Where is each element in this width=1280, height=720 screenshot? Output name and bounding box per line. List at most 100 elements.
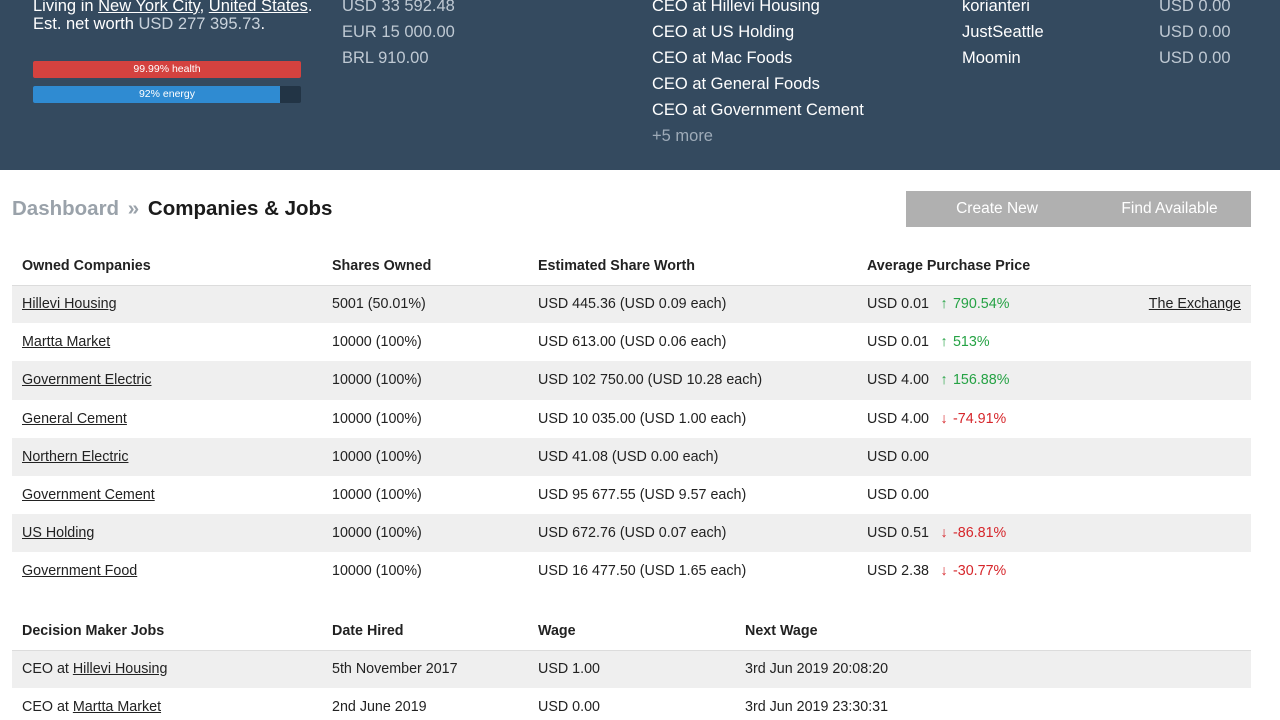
decision-jobs-table: Decision Maker Jobs Date Hired Wage Next… [12, 612, 1251, 720]
company-link[interactable]: Northern Electric [22, 449, 128, 465]
col-header: Owned Companies [22, 257, 151, 274]
arrow-up-icon: ↑ [940, 334, 948, 351]
table-row: CEO at Martta Market 2nd June 2019 USD 0.0… [12, 688, 1251, 720]
person-name[interactable]: JustSeattle [962, 19, 1044, 45]
job-company-link[interactable]: Martta Market [73, 699, 161, 715]
company-cell: Government Electric [12, 361, 322, 399]
more-positions-link[interactable]: +5 more [652, 123, 864, 149]
link-cell [1077, 323, 1251, 361]
profile-header: Living in New York City, United States. … [0, 0, 1280, 170]
worth-cell: USD 102 750.00 (USD 10.28 each) [538, 372, 763, 389]
table-row: General Cement 10000 (100%) USD 10 035.00 … [12, 400, 1251, 438]
owned-companies-table: Owned Companies Shares Owned Estimated S… [12, 247, 1251, 591]
table-header-row: Decision Maker Jobs Date Hired Wage Next… [12, 612, 1251, 650]
table-row: CEO at Hillevi Housing 5th November 2017 U… [12, 650, 1251, 689]
company-link[interactable]: US Holding [22, 525, 94, 541]
col-header: Decision Maker Jobs [22, 622, 165, 639]
breadcrumb-dashboard-link[interactable]: Dashboard [12, 197, 119, 220]
arrow-down-icon: ↓ [940, 563, 948, 580]
balance-eur: EUR 15 000.00 [342, 23, 455, 41]
company-link[interactable]: Martta Market [22, 334, 110, 350]
company-cell: General Cement [12, 400, 322, 438]
company-cell: Government Food [12, 552, 322, 590]
price-change: -74.91% [952, 410, 1007, 427]
next-wage-cell: 3rd Jun 2019 23:30:31 [745, 699, 889, 716]
create-company-button[interactable]: Create New Company [906, 191, 1088, 253]
avg-price: USD 0.01 [867, 334, 929, 351]
avg-price: USD 4.00 [867, 410, 929, 427]
price-cell: USD 0.51 ↓ -86.81% [857, 514, 1077, 552]
link-cell [1077, 438, 1251, 476]
price-change: -30.77% [952, 563, 1007, 580]
shares-cell: 10000 (100%) [332, 410, 422, 427]
job-prefix: CEO at [22, 661, 73, 678]
worth-cell: USD 95 677.55 (USD 9.57 each) [538, 487, 747, 504]
position-item[interactable]: CEO at Government Cement [652, 97, 864, 123]
arrow-down-icon: ↓ [940, 525, 948, 542]
arrow-up-icon: ↑ [940, 372, 948, 389]
job-prefix: CEO at [22, 699, 73, 716]
people-amounts: USD 0.00 USD 0.00 USD 0.00 [1159, 0, 1231, 71]
arrow-up-icon: ↑ [940, 296, 948, 313]
col-header [1077, 247, 1251, 285]
person-name[interactable]: korianteri [962, 0, 1044, 19]
job-company-link[interactable]: Hillevi Housing [73, 661, 168, 677]
worth-cell: USD 445.36 (USD 0.09 each) [538, 296, 727, 313]
position-item[interactable]: CEO at General Foods [652, 71, 864, 97]
shares-cell: 10000 (100%) [332, 563, 422, 580]
table-row: US Holding 10000 (100%) USD 672.76 (USD 0.… [12, 514, 1251, 553]
person-name[interactable]: Moomin [962, 45, 1044, 71]
positions-list: CEO at Hillevi Housing CEO at US Holding… [652, 0, 864, 149]
company-link[interactable]: Government Cement [22, 487, 155, 503]
people-list: korianteri JustSeattle Moomin [962, 0, 1044, 71]
col-header: Wage [538, 622, 576, 639]
shares-cell: 10000 (100%) [332, 372, 422, 389]
position-item[interactable]: CEO at Mac Foods [652, 45, 864, 71]
period: . [260, 15, 266, 33]
hired-cell: 2nd June 2019 [332, 699, 427, 716]
breadcrumb: Dashboard » Companies & Jobs [12, 197, 332, 221]
company-cell: Hillevi Housing [12, 285, 322, 323]
position-item[interactable]: CEO at US Holding [652, 19, 864, 45]
worth-cell: USD 10 035.00 (USD 1.00 each) [538, 410, 747, 427]
person-amount: USD 0.00 [1159, 49, 1231, 67]
link-cell [1077, 361, 1251, 399]
company-cell: Government Cement [12, 476, 322, 514]
link-cell: The Exchange [1077, 285, 1251, 323]
person-amount: USD 0.00 [1159, 0, 1231, 15]
table-row: Hillevi Housing 5001 (50.01%) USD 445.36 (… [12, 285, 1251, 324]
health-label: 99.99% health [133, 63, 201, 75]
price-change: 513% [952, 334, 990, 351]
price-cell: USD 4.00 ↑ 156.88% [857, 361, 1077, 399]
shares-cell: 5001 (50.01%) [332, 296, 426, 313]
find-jobs-button[interactable]: Find Available Jobs [1088, 191, 1251, 253]
hired-cell: 5th November 2017 [332, 661, 458, 678]
job-cell: CEO at Hillevi Housing [12, 650, 322, 688]
price-cell: USD 0.01 ↑ 513% [857, 323, 1077, 361]
worth-cell: USD 16 477.50 (USD 1.65 each) [538, 563, 747, 580]
balances-list: USD 33 592.48 EUR 15 000.00 BRL 910.00 [342, 0, 455, 71]
shares-cell: 10000 (100%) [332, 334, 422, 351]
company-cell: US Holding [12, 514, 322, 552]
avg-price: USD 0.01 [867, 296, 929, 313]
price-cell: USD 0.01 ↑ 790.54% [857, 285, 1077, 323]
company-link[interactable]: Government Electric [22, 372, 152, 388]
position-item[interactable]: CEO at Hillevi Housing [652, 0, 864, 19]
page-title: Companies & Jobs [147, 197, 333, 220]
company-cell: Northern Electric [12, 438, 322, 476]
health-bar: 99.99% health [33, 61, 301, 78]
company-cell: Martta Market [12, 323, 322, 361]
avg-price: USD 0.51 [867, 525, 929, 542]
price-change: -86.81% [952, 525, 1007, 542]
shares-cell: 10000 (100%) [332, 448, 422, 465]
col-header: Estimated Share Worth [538, 257, 696, 274]
worth-cell: USD 613.00 (USD 0.06 each) [538, 334, 727, 351]
next-wage-cell: 3rd Jun 2019 20:08:20 [745, 661, 889, 678]
price-change: 156.88% [952, 372, 1010, 389]
company-link[interactable]: General Cement [22, 411, 127, 427]
exchange-link[interactable]: The Exchange [1149, 296, 1241, 312]
company-link[interactable]: Government Food [22, 563, 137, 579]
company-link[interactable]: Hillevi Housing [22, 296, 117, 312]
table-row: Government Electric 10000 (100%) USD 102 7… [12, 361, 1251, 400]
energy-bar: 92% energy [33, 86, 301, 103]
